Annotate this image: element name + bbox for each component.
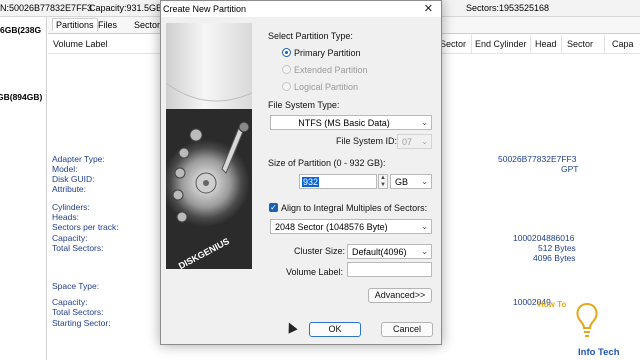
primary-partition-radio[interactable]: [282, 48, 291, 57]
fs-id-label: File System ID:: [336, 136, 398, 146]
label-capacity-2: Capacity:: [52, 297, 88, 307]
chevron-down-icon: ⌄: [421, 118, 428, 127]
chevron-down-icon: ⌄: [421, 137, 428, 146]
alignment-dropdown[interactable]: 2048 Sector (1048576 Byte) ⌄: [270, 219, 432, 234]
size-unit-value: GB: [395, 177, 409, 187]
align-sectors-checkbox[interactable]: ✓: [269, 203, 278, 212]
create-partition-dialog: Create New Partition ✕ DISKGENIUS Select…: [160, 0, 442, 345]
disk-tree-item-2[interactable]: GB(894GB): [0, 92, 42, 102]
dialog-title: Create New Partition: [163, 4, 247, 14]
logical-partition-radio: [282, 82, 291, 91]
disk-capacity-text: Capacity:931.5GB: [89, 3, 163, 13]
column-sector[interactable]: Sector: [440, 39, 466, 49]
dialog-title-bar: Create New Partition ✕: [161, 1, 441, 17]
cluster-size-dropdown[interactable]: Default(4096) ⌄: [347, 244, 432, 259]
checkmark-icon: ✓: [270, 203, 277, 212]
label-cylinders: Cylinders:: [52, 202, 90, 212]
label-attribute: Attribute:: [52, 184, 87, 194]
column-divider: [530, 35, 531, 53]
volume-label-label: Volume Label:: [286, 267, 344, 277]
partition-size-stepper[interactable]: ▲ ▼: [378, 174, 388, 189]
disk-tree-item-1[interactable]: 6GB(238G: [0, 25, 41, 35]
value-physical-sector-size: 4096 Bytes: [533, 253, 576, 263]
label-space-type: Space Type:: [52, 281, 100, 291]
fs-id-dropdown: 07 ⌄: [397, 134, 432, 149]
cluster-size-label: Cluster Size:: [294, 246, 346, 256]
fs-type-dropdown[interactable]: NTFS (MS Basic Data) ⌄: [270, 115, 432, 130]
chevron-down-icon: ⌄: [421, 177, 428, 186]
close-icon[interactable]: ✕: [424, 2, 433, 15]
column-end-cylinder[interactable]: End Cylinder: [475, 39, 527, 49]
fs-type-value: NTFS (MS Basic Data): [298, 118, 390, 128]
label-total-sectors-2: Total Sectors:: [52, 307, 104, 317]
chevron-down-icon: ⌄: [421, 222, 428, 231]
chevron-down-icon: ⌄: [421, 247, 428, 256]
tab-sector[interactable]: Sector: [134, 20, 160, 30]
value-partition-style: GPT: [561, 164, 579, 174]
tab-partitions[interactable]: Partitions: [52, 18, 98, 31]
partition-size-input[interactable]: 932: [299, 174, 377, 189]
value-serial: 50026B77832E7FF3: [498, 154, 577, 164]
label-capacity: Capacity:: [52, 233, 88, 243]
partition-size-label: Size of Partition (0 - 932 GB):: [268, 158, 386, 168]
value-total-bytes: 1000204886016: [513, 233, 575, 243]
column-capacity[interactable]: Capa: [612, 39, 634, 49]
label-sectors-per-track: Sectors per track:: [52, 222, 119, 232]
watermark-info-tech: Info Tech: [578, 347, 620, 358]
column-divider: [561, 35, 562, 53]
alignment-value: 2048 Sector (1048576 Byte): [275, 222, 388, 232]
hard-disk-icon: DISKGENIUS: [166, 82, 252, 269]
volume-label-input[interactable]: [347, 262, 432, 277]
fs-id-value: 07: [402, 137, 413, 147]
label-disk-guid: Disk GUID:: [52, 174, 95, 184]
column-head[interactable]: Head: [535, 39, 557, 49]
label-total-sectors: Total Sectors:: [52, 243, 104, 253]
disk-tree: 6GB(238G GB(894GB): [0, 17, 47, 360]
watermark-how-to: How To: [538, 300, 567, 309]
spin-down-icon[interactable]: ▼: [380, 182, 386, 188]
logical-partition-label: Logical Partition: [294, 82, 359, 92]
partition-size-value: 932: [302, 177, 320, 187]
advanced-button[interactable]: Advanced>>: [368, 288, 432, 303]
ok-button[interactable]: OK: [309, 322, 361, 337]
label-model: Model:: [52, 164, 78, 174]
cluster-size-value: Default(4096): [352, 247, 407, 257]
align-sectors-label[interactable]: Align to Integral Multiples of Sectors:: [281, 203, 427, 213]
spin-up-icon[interactable]: ▲: [380, 175, 386, 181]
extended-partition-radio: [282, 65, 291, 74]
fs-type-label: File System Type:: [268, 100, 340, 110]
extended-partition-label: Extended Partition: [294, 65, 368, 75]
cancel-button[interactable]: Cancel: [381, 322, 433, 337]
label-adapter-type: Adapter Type:: [52, 154, 105, 164]
size-unit-dropdown[interactable]: GB ⌄: [390, 174, 432, 189]
value-sector-size: 512 Bytes: [538, 243, 576, 253]
column-divider: [471, 35, 472, 53]
disk-sectors-text: Sectors:1953525168: [466, 3, 550, 13]
primary-partition-label[interactable]: Primary Partition: [294, 48, 361, 58]
column-sector-2[interactable]: Sector: [567, 39, 593, 49]
diskgenius-banner: DISKGENIUS: [166, 23, 252, 269]
column-volume-label[interactable]: Volume Label: [53, 39, 108, 49]
disk-serial-text: N:50026B77832E7FF3: [0, 3, 93, 13]
lightbulb-icon: [576, 302, 598, 337]
label-starting-sector: Starting Sector:: [52, 318, 111, 328]
label-heads: Heads:: [52, 212, 79, 222]
column-divider: [604, 35, 605, 53]
partition-type-label: Select Partition Type:: [268, 31, 353, 41]
tab-files[interactable]: Files: [98, 20, 117, 30]
